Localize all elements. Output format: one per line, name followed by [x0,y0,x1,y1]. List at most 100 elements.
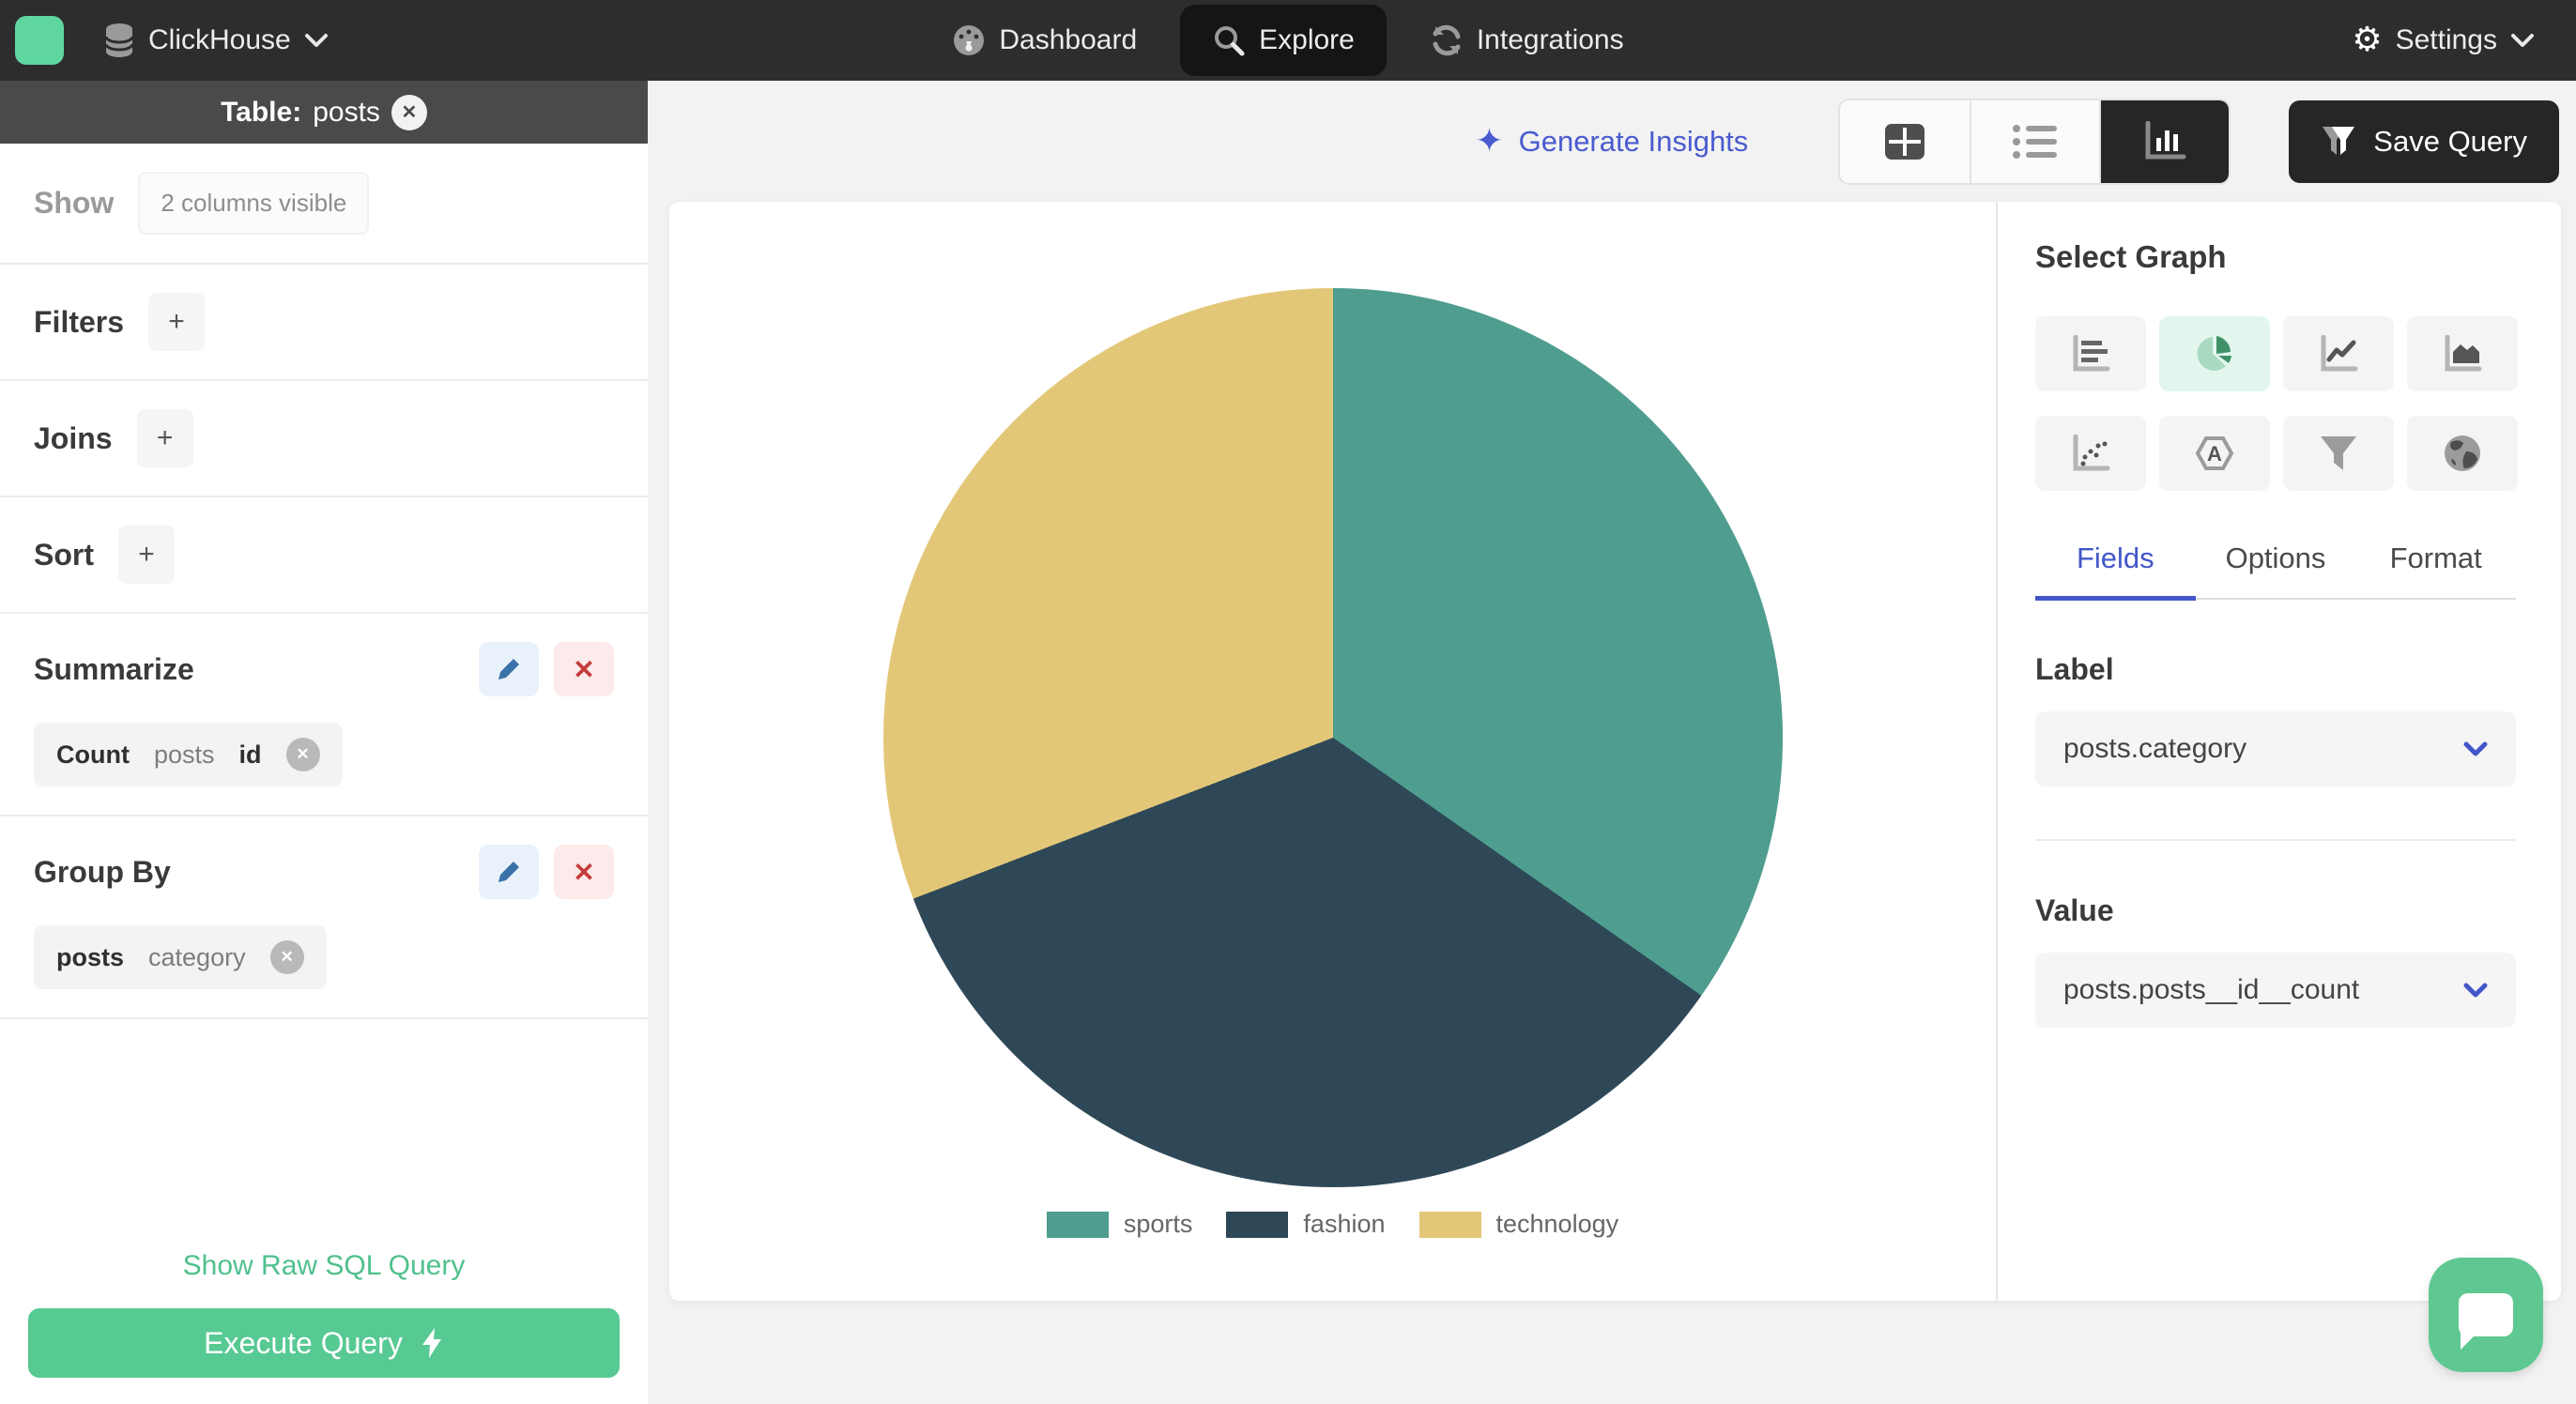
scatter-plot-icon [2073,435,2110,471]
search-icon [1215,26,1245,56]
legend-item[interactable]: technology [1418,1210,1619,1239]
graph-type-pie-button[interactable] [2159,316,2270,391]
bar-chart-icon [2073,335,2110,372]
legend-swatch [1046,1211,1109,1238]
graph-type-radar-button[interactable]: A [2159,416,2270,491]
filters-section: Filters + [0,265,648,381]
chat-launcher-button[interactable] [2429,1258,2543,1372]
delete-summarize-button[interactable] [554,642,614,696]
tab-options[interactable]: Options [2196,542,2356,598]
nav-explore[interactable]: Explore [1180,5,1387,76]
graph-type-geo-button[interactable] [2407,416,2518,491]
graph-type-funnel-button[interactable] [2283,416,2394,491]
label-field-select[interactable]: posts.category [2035,711,2516,786]
table-bar: Table: posts [0,81,648,144]
table-view-button[interactable] [1840,100,1970,183]
summarize-chip[interactable]: Count posts id [34,723,343,786]
dashboard-gauge-icon [954,25,985,55]
graph-type-line-button[interactable] [2283,316,2394,391]
legend-label: fashion [1303,1210,1386,1238]
graph-type-area-button[interactable] [2407,316,2518,391]
generate-insights-button[interactable]: Generate Insights [1475,122,1749,160]
navbar-right: Settings [2050,23,2576,57]
chart-zone: sports fashion technology [669,202,1996,1301]
tab-fields[interactable]: Fields [2035,542,2196,601]
hexagon-a-icon: A [2195,436,2234,470]
sort-label: Sort [34,537,94,572]
results-card: sports fashion technology Select Graph A… [669,202,2561,1301]
chevron-down-icon [2463,983,2488,998]
value-field-value: posts.posts__id__count [2063,974,2360,1005]
app-logo[interactable] [15,16,64,65]
app-root: ClickHouse Dashboard Explore Integration… [0,0,2576,1404]
svg-text:A: A [2207,442,2222,465]
database-icon [104,23,134,57]
legend-label: sports [1123,1210,1193,1238]
area-chart-icon [2445,335,2482,372]
tab-format[interactable]: Format [2355,542,2516,598]
label-field-title: Label [2035,652,2114,686]
sparkle-icon [1475,122,1503,160]
remove-summarize-chip-button[interactable] [285,738,320,771]
chevron-down-icon [304,34,328,47]
graph-type-bar-button[interactable] [2035,316,2146,391]
execute-query-label: Execute Query [204,1325,403,1360]
group-by-chip-column: category [148,942,246,971]
settings-menu[interactable]: Settings [2352,23,2535,57]
settings-label: Settings [2395,24,2497,55]
table-bar-prefix: Table: [221,96,302,128]
edit-group-by-button[interactable] [479,845,539,899]
save-query-button[interactable]: Save Query [2289,99,2559,183]
graph-type-scatter-button[interactable] [2035,416,2146,491]
table-view-icon [1885,123,1925,160]
nav-explore-label: Explore [1259,24,1355,55]
globe-icon [2445,435,2480,471]
navbar-left: ClickHouse [0,16,526,65]
summarize-chip-column: id [238,740,262,769]
summarize-chip-table: posts [153,740,215,769]
edit-summarize-button[interactable] [479,642,539,696]
nav-dashboard-label: Dashboard [999,24,1138,55]
joins-section: Joins + [0,381,648,497]
nav-integrations[interactable]: Integrations [1430,23,1624,57]
add-filter-button[interactable]: + [148,293,206,351]
database-selector[interactable]: ClickHouse [103,23,329,58]
add-join-button[interactable]: + [136,409,193,467]
pie-chart-icon [2197,336,2231,371]
columns-visible-badge[interactable]: 2 columns visible [138,172,370,235]
remove-table-button[interactable] [391,94,427,130]
group-by-label: Group By [34,854,171,889]
joins-label: Joins [34,420,113,455]
legend-item[interactable]: fashion [1226,1210,1386,1239]
show-raw-sql-link[interactable]: Show Raw SQL Query [0,1250,648,1282]
nav-dashboard[interactable]: Dashboard [952,23,1137,57]
remove-group-by-chip-button[interactable] [269,940,304,974]
pencil-icon [498,659,519,679]
delete-group-by-button[interactable] [554,845,614,899]
group-by-chip[interactable]: posts category [34,925,327,989]
brand-name: ClickHouse [148,24,291,55]
save-query-label: Save Query [2373,124,2527,158]
pencil-icon [498,862,519,882]
lightning-icon [422,1328,441,1358]
graph-type-grid: A [2035,316,2518,491]
main-area: Generate Insights [648,81,2576,1404]
list-view-button[interactable] [1970,99,2099,183]
chart-legend: sports fashion technology [1046,1210,1619,1239]
chart-view-button[interactable] [2099,99,2230,183]
value-field-title: Value [2035,893,2114,927]
list-view-icon [2013,124,2058,159]
value-field-select[interactable]: posts.posts__id__count [2035,953,2516,1028]
table-name: posts [313,96,380,128]
legend-item[interactable]: sports [1046,1210,1193,1239]
query-builder-sidebar: Table: posts Show 2 columns visible Filt… [0,81,648,1404]
sync-icon [1433,24,1461,56]
group-by-section: Group By posts category [0,816,648,1019]
legend-label: technology [1495,1210,1619,1238]
chart-view-icon [2145,120,2186,159]
add-sort-button[interactable]: + [118,526,175,584]
execute-query-button[interactable]: Execute Query [28,1308,620,1378]
pie-chart[interactable] [882,288,1783,1187]
graph-settings-panel: Select Graph A Fields Options Format Lab… [1996,202,2561,1301]
